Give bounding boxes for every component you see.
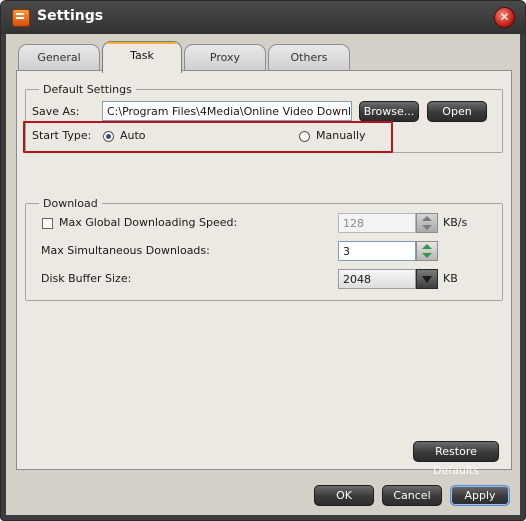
max-speed-checkbox[interactable] [42,218,53,229]
browse-button[interactable]: Browse... [359,101,419,122]
dropdown-arrow-icon[interactable] [416,269,438,289]
downloader-app-icon [12,9,30,27]
max-downloads-field[interactable]: 3 [338,241,416,261]
default-settings-legend: Default Settings [43,83,132,96]
title-bar[interactable]: Settings ✕ [1,1,525,34]
spinner-arrows-icon[interactable] [416,213,438,233]
tab-general[interactable]: General [18,44,100,71]
save-as-path-field[interactable]: C:\Program Files\4Media\Online Video Dow… [102,101,352,121]
download-legend: Download [43,197,98,210]
apply-button[interactable]: Apply [450,485,510,506]
task-tab-panel: Default Settings Save As: C:\Program Fil… [16,70,512,477]
open-button[interactable]: Open [427,101,487,122]
max-downloads-label: Max Simultaneous Downloads: [41,244,210,257]
max-speed-unit: KB/s [443,216,468,229]
close-icon[interactable]: ✕ [494,7,515,28]
auto-radio[interactable] [103,131,114,142]
cancel-button[interactable]: Cancel [382,485,442,506]
tab-task[interactable]: Task [102,41,182,73]
save-as-label: Save As: [32,105,80,118]
disk-buffer-select[interactable]: 2048 [338,269,416,289]
max-speed-label[interactable]: Max Global Downloading Speed: [59,216,237,229]
spinner-arrows-icon[interactable] [416,241,438,261]
disk-buffer-label: Disk Buffer Size: [41,272,132,285]
manually-radio[interactable] [299,131,310,142]
tab-others[interactable]: Others [268,44,350,71]
ok-button[interactable]: OK [314,485,374,506]
window-title: Settings [37,8,104,24]
disk-buffer-unit: KB [443,272,458,285]
manually-radio-label[interactable]: Manually [316,129,366,142]
auto-radio-label[interactable]: Auto [120,129,146,142]
max-speed-field[interactable]: 128 [338,213,416,233]
tab-proxy[interactable]: Proxy [184,44,266,71]
dialog-body: General Task Proxy Others Default Settin… [6,34,520,515]
start-type-label: Start Type: [32,129,92,142]
settings-window: Settings ✕ General Task Proxy Others Def… [0,0,526,521]
restore-defaults-button[interactable]: Restore Defaults [413,441,499,477]
